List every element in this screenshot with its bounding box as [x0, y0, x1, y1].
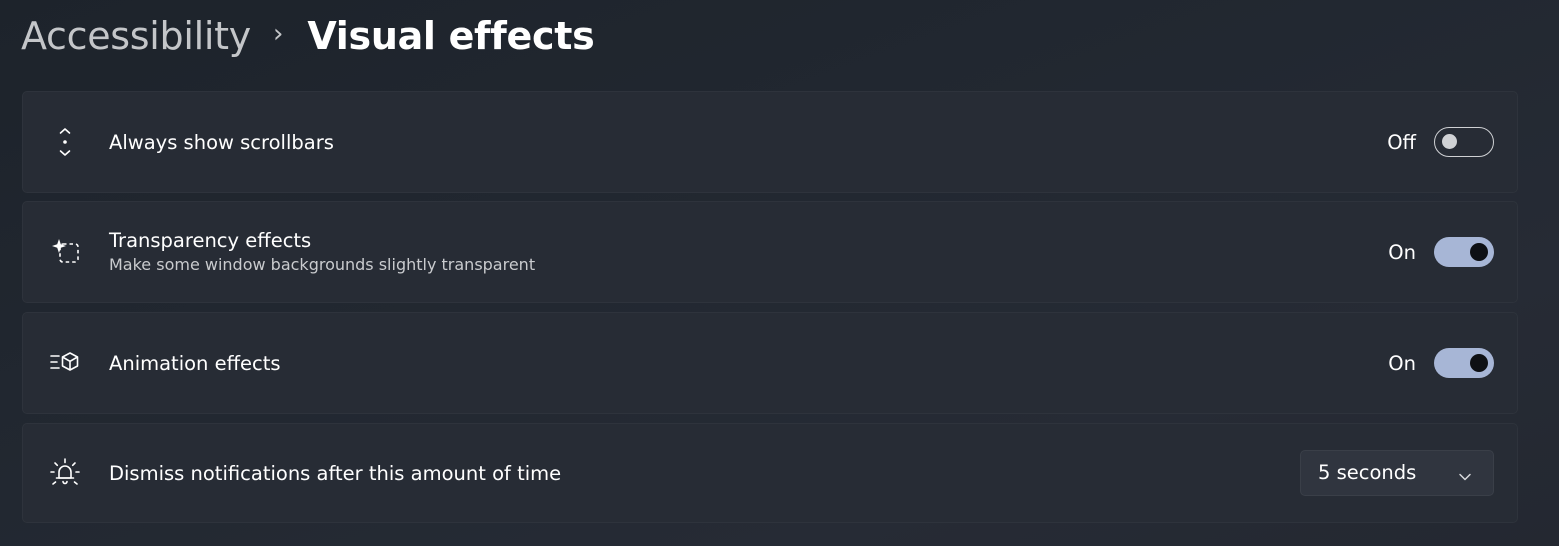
breadcrumb: Accessibility › Visual effects: [21, 10, 595, 62]
dropdown-selected-value: 5 seconds: [1318, 461, 1417, 484]
setting-animation-effects: Animation effects On: [22, 312, 1518, 414]
notification-bell-icon: [48, 456, 82, 490]
toggle-state-label: On: [1388, 241, 1416, 264]
page-title: Visual effects: [307, 14, 595, 58]
toggle-knob: [1470, 354, 1488, 372]
setting-description: Make some window backgrounds slightly tr…: [109, 255, 536, 274]
scrollbar-arrows-icon: [48, 125, 82, 159]
animation-toggle[interactable]: [1434, 348, 1494, 378]
setting-title: Transparency effects: [109, 229, 312, 252]
setting-text: Transparency effects Make some window ba…: [109, 229, 535, 276]
chevron-down-icon: [1458, 467, 1472, 486]
breadcrumb-accessibility-link[interactable]: Accessibility: [21, 14, 251, 58]
setting-text: Dismiss notifications after this amount …: [109, 462, 561, 486]
setting-transparency-effects: Transparency effects Make some window ba…: [22, 201, 1518, 303]
setting-title: Dismiss notifications after this amount …: [109, 462, 562, 485]
setting-text: Always show scrollbars: [109, 131, 334, 155]
toggle-state-label: On: [1388, 352, 1416, 375]
toggle-knob: [1442, 134, 1457, 149]
setting-dismiss-notifications: Dismiss notifications after this amount …: [22, 423, 1518, 523]
dismiss-time-dropdown[interactable]: 5 seconds: [1300, 450, 1494, 496]
transparency-sparkle-icon: [48, 234, 82, 268]
animation-cube-icon: [48, 345, 82, 379]
scrollbars-toggle[interactable]: [1434, 127, 1494, 157]
setting-always-show-scrollbars: Always show scrollbars Off: [22, 91, 1518, 193]
setting-title: Animation effects: [109, 352, 281, 375]
transparency-toggle[interactable]: [1434, 237, 1494, 267]
setting-text: Animation effects: [109, 352, 281, 376]
toggle-knob: [1470, 243, 1488, 261]
toggle-state-label: Off: [1387, 131, 1416, 154]
breadcrumb-separator-icon: ›: [272, 19, 284, 49]
setting-title: Always show scrollbars: [109, 131, 334, 154]
